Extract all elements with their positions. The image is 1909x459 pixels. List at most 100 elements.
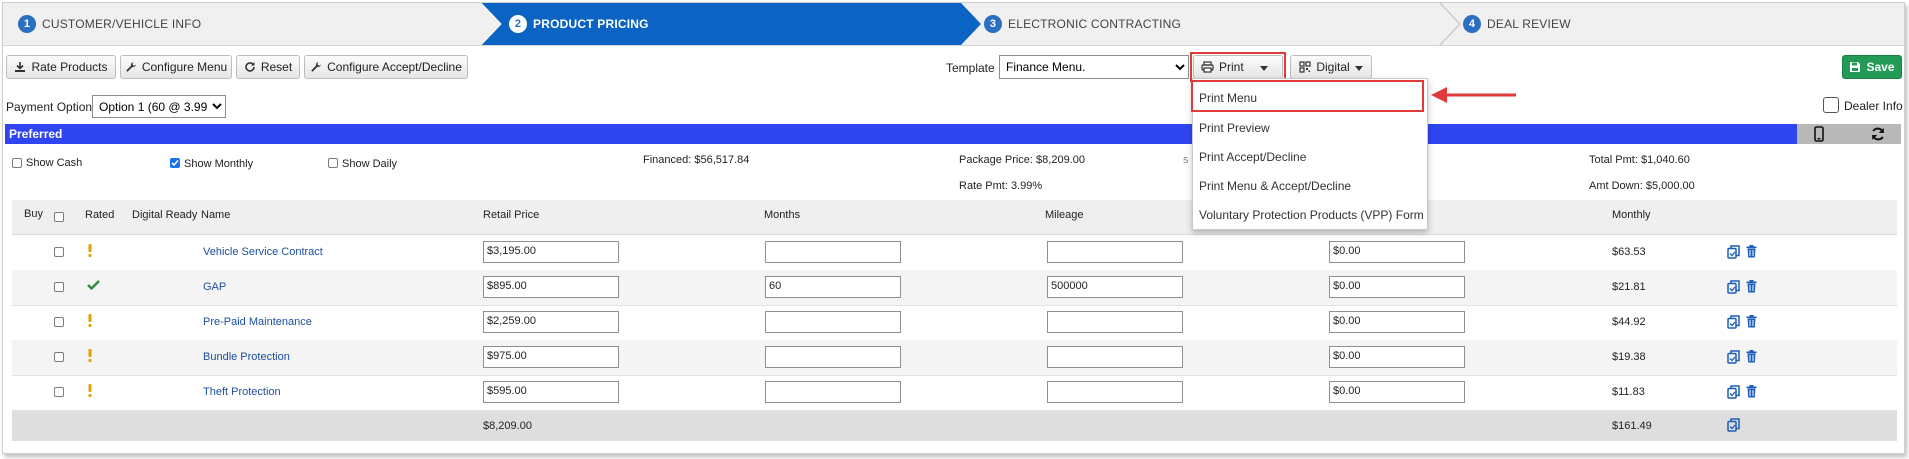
retail-price-input[interactable]: $975.00 bbox=[483, 346, 619, 368]
buy-checkbox[interactable] bbox=[54, 387, 64, 397]
select-all-checkbox[interactable] bbox=[54, 212, 64, 222]
total-retail-price: $8,209.00 bbox=[483, 420, 532, 432]
trash-icon[interactable] bbox=[1746, 245, 1757, 261]
download-icon bbox=[14, 61, 26, 73]
show-daily-checkbox[interactable] bbox=[328, 158, 338, 168]
monthly-value: $19.38 bbox=[1612, 351, 1646, 363]
payment-option-label: Payment Option bbox=[6, 100, 93, 114]
copy-icon[interactable] bbox=[1727, 280, 1740, 297]
deductible-input[interactable]: $0.00 bbox=[1329, 311, 1465, 333]
buy-checkbox[interactable] bbox=[54, 282, 64, 292]
deductible-input[interactable]: $0.00 bbox=[1329, 241, 1465, 263]
menu-item-print-accept-decline[interactable]: Print Accept/Decline bbox=[1199, 150, 1306, 164]
copy-icon[interactable] bbox=[1727, 315, 1740, 332]
show-daily-label: Show Daily bbox=[342, 158, 398, 170]
step-product-pricing[interactable]: 2 PRODUCT PRICING bbox=[509, 3, 649, 45]
copy-icon[interactable] bbox=[1727, 245, 1740, 262]
table-row: Bundle Protection $975.00 $0.00 $19.38 bbox=[12, 340, 1897, 376]
column-header-name: Name bbox=[201, 209, 231, 221]
mileage-input[interactable] bbox=[1047, 311, 1183, 333]
retail-price-input[interactable]: $2,259.00 bbox=[483, 311, 619, 333]
wrench-icon bbox=[310, 61, 322, 73]
product-name-link[interactable]: Theft Protection bbox=[203, 386, 281, 398]
digital-button[interactable]: Digital bbox=[1290, 55, 1372, 79]
column-header-mileage: Mileage bbox=[1045, 209, 1084, 221]
trash-icon[interactable] bbox=[1746, 315, 1757, 331]
deductible-input[interactable]: $0.00 bbox=[1329, 381, 1465, 403]
caret-down-icon bbox=[1354, 60, 1363, 74]
save-button[interactable]: Save bbox=[1842, 55, 1902, 79]
months-input[interactable] bbox=[765, 241, 901, 263]
payment-option-select[interactable]: Option 1 (60 @ 3.99%) bbox=[92, 95, 226, 118]
step-customer-vehicle-info[interactable]: 1 CUSTOMER/VEHICLE INFO bbox=[18, 3, 201, 45]
print-menu-highlight bbox=[1191, 80, 1424, 112]
column-header-retail-price: Retail Price bbox=[483, 209, 540, 221]
menu-item-print-preview[interactable]: Print Preview bbox=[1199, 121, 1270, 135]
product-name-link[interactable]: GAP bbox=[203, 281, 226, 293]
buy-checkbox[interactable] bbox=[54, 352, 64, 362]
mileage-input[interactable] bbox=[1047, 381, 1183, 403]
monthly-value: $11.83 bbox=[1612, 386, 1645, 398]
monthly-value: $44.92 bbox=[1612, 316, 1646, 328]
column-header-rated: Rated bbox=[85, 209, 115, 221]
months-input[interactable] bbox=[765, 311, 901, 333]
check-icon bbox=[87, 279, 100, 293]
mileage-input[interactable] bbox=[1047, 241, 1183, 263]
mileage-input[interactable]: 500000 bbox=[1047, 276, 1183, 298]
mobile-phone-icon[interactable] bbox=[1814, 126, 1824, 145]
step-electronic-contracting[interactable]: 3 ELECTRONIC CONTRACTING bbox=[984, 3, 1181, 45]
show-monthly-label: Show Monthly bbox=[184, 158, 254, 170]
app-frame: 1 CUSTOMER/VEHICLE INFO 2 PRODUCT PRICIN… bbox=[2, 2, 1905, 454]
floppy-disk-icon bbox=[1849, 61, 1861, 73]
sync-icon[interactable] bbox=[1870, 126, 1886, 145]
copy-icon[interactable] bbox=[1727, 418, 1740, 435]
buy-checkbox[interactable] bbox=[54, 247, 64, 257]
monthly-value: $21.81 bbox=[1612, 281, 1646, 293]
retail-price-input[interactable]: $3,195.00 bbox=[483, 241, 619, 263]
warning-icon bbox=[87, 314, 93, 330]
show-cash-checkbox[interactable] bbox=[12, 158, 22, 168]
product-name-link[interactable]: Bundle Protection bbox=[203, 351, 290, 363]
section-tools bbox=[1797, 124, 1901, 144]
table-row: Theft Protection $595.00 $0.00 $11.83 bbox=[12, 375, 1897, 411]
menu-item-vpp-form[interactable]: Voluntary Protection Products (VPP) Form bbox=[1199, 208, 1424, 222]
buy-checkbox[interactable] bbox=[54, 317, 64, 327]
retail-price-input[interactable]: $895.00 bbox=[483, 276, 619, 298]
step-deal-review[interactable]: 4 DEAL REVIEW bbox=[1463, 3, 1571, 45]
product-name-link[interactable]: Pre-Paid Maintenance bbox=[203, 316, 312, 328]
package-price: Package Price: $8,209.00 bbox=[959, 154, 1085, 166]
copy-icon[interactable] bbox=[1727, 385, 1740, 402]
section-title: Preferred bbox=[9, 127, 63, 141]
trash-icon[interactable] bbox=[1746, 385, 1757, 401]
menu-item-print-menu-accept-decline[interactable]: Print Menu & Accept/Decline bbox=[1199, 179, 1351, 193]
mileage-input[interactable] bbox=[1047, 346, 1183, 368]
rate-products-button[interactable]: Rate Products bbox=[6, 55, 116, 79]
trash-icon[interactable] bbox=[1746, 350, 1757, 366]
deductible-input[interactable]: $0.00 bbox=[1329, 276, 1465, 298]
show-monthly-checkbox[interactable] bbox=[170, 158, 180, 168]
progress-stepper: 1 CUSTOMER/VEHICLE INFO 2 PRODUCT PRICIN… bbox=[3, 3, 1904, 46]
step-label: DEAL REVIEW bbox=[1487, 17, 1571, 31]
retail-price-input[interactable]: $595.00 bbox=[483, 381, 619, 403]
months-input[interactable] bbox=[765, 381, 901, 403]
monthly-value: $63.53 bbox=[1612, 246, 1646, 258]
product-name-link[interactable]: Vehicle Service Contract bbox=[203, 246, 323, 258]
months-input[interactable]: 60 bbox=[765, 276, 901, 298]
step-label: CUSTOMER/VEHICLE INFO bbox=[42, 17, 202, 31]
deductible-input[interactable]: $0.00 bbox=[1329, 346, 1465, 368]
copy-icon[interactable] bbox=[1727, 350, 1740, 367]
reset-button[interactable]: Reset bbox=[236, 55, 300, 79]
warning-icon bbox=[87, 384, 93, 400]
column-header-buy: Buy bbox=[24, 208, 43, 220]
configure-menu-button[interactable]: Configure Menu bbox=[120, 55, 232, 79]
configure-accept-decline-button[interactable]: Configure Accept/Decline bbox=[304, 55, 468, 79]
column-header-monthly: Monthly bbox=[1612, 209, 1651, 221]
products-table-header: Buy Rated Digital Ready Name Retail Pric… bbox=[12, 200, 1897, 235]
table-row: Pre-Paid Maintenance $2,259.00 $0.00 $44.92 bbox=[12, 305, 1897, 341]
total-payment: Total Pmt: $1,040.60 bbox=[1589, 154, 1690, 166]
months-input[interactable] bbox=[765, 346, 901, 368]
template-select[interactable]: Finance Menu. bbox=[999, 55, 1189, 79]
wrench-icon bbox=[125, 61, 137, 73]
trash-icon[interactable] bbox=[1746, 280, 1757, 296]
dealer-info-checkbox[interactable] bbox=[1823, 97, 1839, 113]
